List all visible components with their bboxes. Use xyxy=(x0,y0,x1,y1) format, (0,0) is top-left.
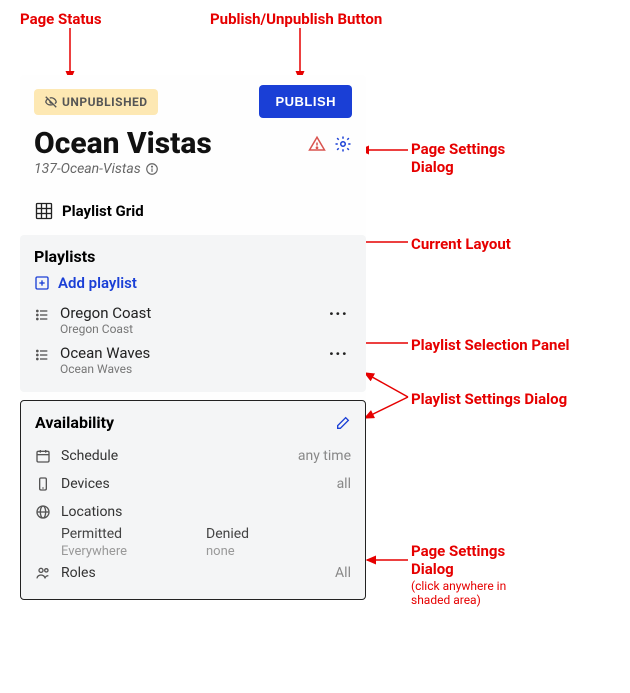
add-playlist-label: Add playlist xyxy=(58,274,137,292)
annotation-page-status: Page Status xyxy=(20,10,102,28)
warning-icon[interactable] xyxy=(308,135,326,153)
schedule-row: Schedule any time xyxy=(35,442,351,470)
status-badge: UNPUBLISHED xyxy=(34,89,158,115)
playlist-sub: Ocean Waves xyxy=(60,362,315,376)
locations-label: Locations xyxy=(61,504,351,520)
edit-icon[interactable] xyxy=(335,415,351,431)
playlist-more-button[interactable]: ··· xyxy=(325,304,352,325)
layout-name: Playlist Grid xyxy=(62,202,144,220)
playlist-name: Ocean Waves xyxy=(60,344,315,362)
devices-label: Devices xyxy=(61,476,327,492)
page-title: Ocean Vistas xyxy=(34,126,212,161)
playlist-sub: Oregon Coast xyxy=(60,322,315,336)
playlist-name: Oregon Coast xyxy=(60,304,315,322)
users-icon xyxy=(35,565,51,581)
roles-label: Roles xyxy=(61,565,325,581)
eye-off-icon xyxy=(44,95,58,109)
list-icon xyxy=(34,347,50,363)
availability-title: Availability xyxy=(35,413,114,432)
device-icon xyxy=(35,476,51,492)
page-slug-row: 137-Ocean-Vistas xyxy=(20,161,366,191)
availability-section[interactable]: Availability Schedule any time xyxy=(20,400,366,600)
status-text: UNPUBLISHED xyxy=(62,95,148,109)
annotation-page-settings-top: Page Settings Dialog xyxy=(411,140,505,176)
roles-row: Roles All xyxy=(35,559,351,587)
denied-value: none xyxy=(206,544,351,559)
info-icon[interactable] xyxy=(145,162,159,176)
annotation-publish-button: Publish/Unpublish Button xyxy=(210,10,382,28)
playlist-item[interactable]: Oregon Coast Oregon Coast ··· xyxy=(34,300,352,340)
annotation-playlist-settings: Playlist Settings Dialog xyxy=(411,390,567,408)
devices-value: all xyxy=(337,476,351,492)
playlists-section: Playlists Add playlist Oregon Coa xyxy=(20,235,366,392)
denied-label: Denied xyxy=(206,526,351,542)
schedule-value: any time xyxy=(298,448,351,464)
grid-icon xyxy=(34,201,54,221)
annotation-page-settings-bottom-sub: (click anywhere in shaded area) xyxy=(411,579,506,608)
calendar-icon xyxy=(35,448,51,464)
page-settings-panel: UNPUBLISHED PUBLISH Ocean Vistas 137-Oce xyxy=(20,75,366,600)
playlist-item[interactable]: Ocean Waves Ocean Waves ··· xyxy=(34,340,352,380)
devices-row: Devices all xyxy=(35,470,351,498)
list-icon xyxy=(34,307,50,323)
annotation-current-layout: Current Layout xyxy=(411,235,511,253)
playlist-more-button[interactable]: ··· xyxy=(325,344,352,365)
publish-button[interactable]: PUBLISH xyxy=(259,85,352,118)
layout-row[interactable]: Playlist Grid xyxy=(20,191,366,235)
page-slug: 137-Ocean-Vistas xyxy=(34,161,141,177)
title-row: Ocean Vistas xyxy=(20,124,366,161)
permitted-label: Permitted xyxy=(61,526,206,542)
globe-icon xyxy=(35,504,51,520)
permitted-value: Everywhere xyxy=(61,544,206,559)
gear-icon[interactable] xyxy=(334,135,352,153)
annotation-page-settings-bottom: Page Settings Dialog xyxy=(411,542,505,578)
header-row: UNPUBLISHED PUBLISH xyxy=(20,75,366,124)
plus-square-icon xyxy=(34,275,50,291)
locations-sub: Permitted Everywhere Denied none xyxy=(35,526,351,559)
playlists-title: Playlists xyxy=(34,247,352,266)
roles-value: All xyxy=(335,565,351,581)
schedule-label: Schedule xyxy=(61,448,288,464)
add-playlist-button[interactable]: Add playlist xyxy=(34,274,352,292)
annotation-playlist-selection: Playlist Selection Panel xyxy=(411,336,570,354)
locations-row: Locations xyxy=(35,498,351,526)
